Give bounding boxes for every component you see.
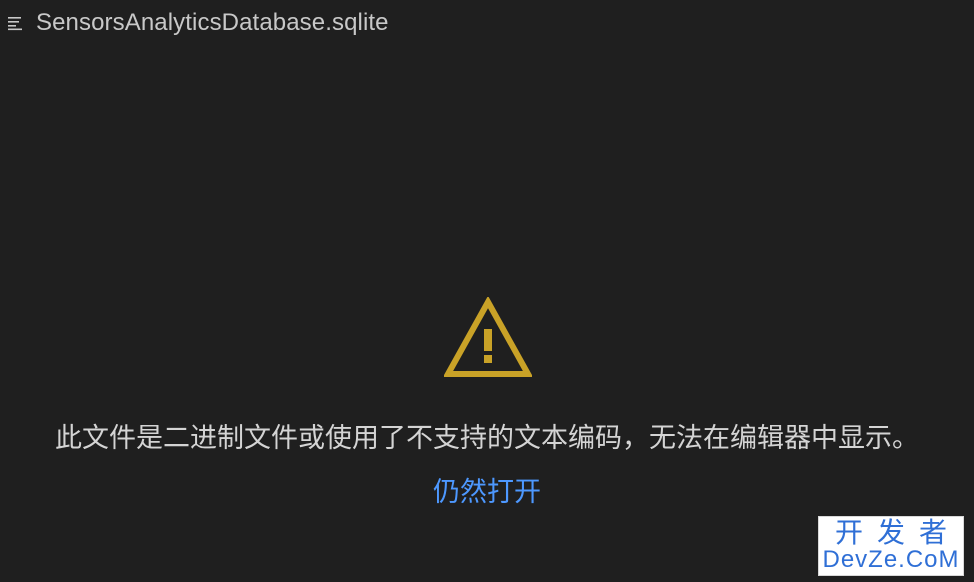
editor-tab-header: SensorsAnalyticsDatabase.sqlite (0, 0, 974, 46)
warning-icon (442, 295, 534, 379)
binary-file-message: 此文件是二进制文件或使用了不支持的文本编码，无法在编辑器中显示。 (55, 423, 919, 454)
open-anyway-link[interactable]: 仍然打开 (0, 475, 974, 511)
file-name: SensorsAnalyticsDatabase.sqlite (36, 9, 389, 36)
watermark-logo: 开发者 DevZe.CoM (818, 516, 964, 576)
file-lines-icon (7, 15, 23, 31)
watermark-bottom-text: DevZe.CoM (822, 546, 960, 573)
watermark-top-text: 开发者 (834, 516, 961, 549)
